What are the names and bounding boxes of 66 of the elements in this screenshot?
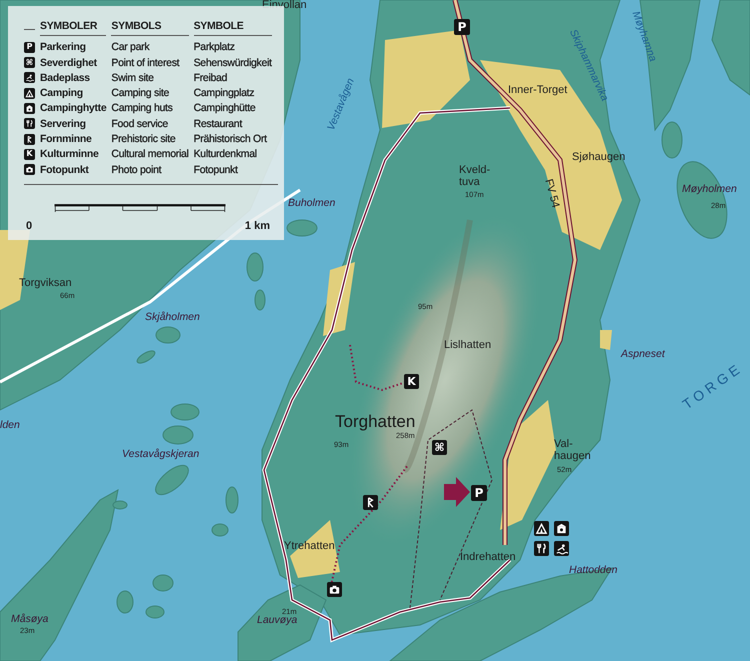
legend-label: Campingplatz	[194, 87, 256, 100]
culture-icon: K	[404, 374, 419, 389]
place-label: Inner-Torget	[508, 85, 568, 97]
tent-icon	[534, 521, 549, 536]
legend-label: Parkplatz	[194, 41, 236, 54]
legend-label: Kulturdenkmal	[194, 148, 258, 160]
camera-icon	[327, 582, 342, 597]
legend-label: Fotopunkt	[194, 164, 239, 176]
legend-column-header: SYMBOLE	[194, 20, 272, 36]
legend-label: Sehenswürdigkeit	[194, 56, 272, 69]
legend-label: Photo point	[111, 164, 162, 176]
rune-icon	[24, 134, 35, 145]
parking-icon: P	[454, 19, 470, 35]
swimmer-icon	[554, 541, 569, 556]
island-label: Skjåholmen	[145, 312, 200, 324]
culture-icon: K	[24, 148, 35, 160]
legend-label: Prähistorisch Ort	[194, 133, 268, 146]
legend-label: Campinghütte	[194, 102, 256, 114]
scale-end-label: 1 km	[244, 220, 270, 232]
hut-icon	[554, 521, 569, 536]
legend-label: Freibad	[194, 72, 228, 84]
legend-label: Car park	[111, 41, 150, 54]
point-of-interest-icon: ⌘	[24, 57, 35, 68]
swimmer-icon	[24, 72, 35, 84]
parking-icon: P	[24, 42, 35, 53]
legend-label: Prehistoric site	[111, 133, 176, 146]
legend-label: Campinghytte	[40, 102, 106, 114]
tent-icon	[24, 88, 35, 99]
place-label: Lislhatten	[444, 340, 492, 352]
legend-column-header: SYMBOLER	[40, 20, 106, 36]
camera-icon	[24, 164, 35, 176]
legend-label: Kulturminne	[40, 148, 100, 160]
parking-icon: P	[471, 485, 487, 501]
place-label: FV 54	[542, 178, 561, 210]
legend-label: Camping huts	[111, 102, 174, 114]
rune-icon	[363, 495, 378, 510]
place-label: Einvollan	[262, 0, 307, 12]
legend-label: Camping	[40, 87, 84, 100]
island-label: Aspneset	[621, 349, 665, 360]
legend-label: Point of interest	[111, 56, 180, 69]
legend-label: Restaurant	[194, 118, 244, 130]
legend-label: Fornminne	[40, 133, 93, 146]
legend-label: Parkering	[40, 41, 87, 54]
place-label: Kveld-tuva	[459, 165, 490, 188]
mountain-label: Torghatten	[335, 413, 416, 431]
legend-label: Camping site	[111, 87, 170, 100]
legend-label: Servering	[40, 118, 87, 130]
island-label: Lauvøya	[257, 615, 298, 626]
legend-label: Fotopunkt	[40, 164, 90, 176]
scale-start-label: 0	[26, 220, 32, 232]
island-label: lden	[0, 420, 20, 432]
island-label: Måsøya	[11, 614, 48, 626]
hut-icon	[24, 102, 35, 114]
island-label: Møyholmen	[682, 184, 737, 196]
island-label: Buholmen	[288, 198, 336, 210]
legend-column-header: SYMBOLS	[111, 20, 189, 36]
legend-label: Swim site	[111, 72, 155, 84]
legend-label: Badeplass	[40, 72, 91, 84]
legend-label: Severdighet	[40, 56, 98, 69]
point-of-interest-icon: ⌘	[432, 440, 447, 455]
legend-label: Food service	[111, 118, 169, 130]
legend-label: Cultural memorial	[111, 148, 189, 160]
place-label: Indrehatten	[460, 552, 516, 564]
fork-knife-icon	[534, 541, 549, 556]
fork-knife-icon	[24, 118, 35, 130]
island-label: Vestavågskjeran	[122, 449, 200, 460]
